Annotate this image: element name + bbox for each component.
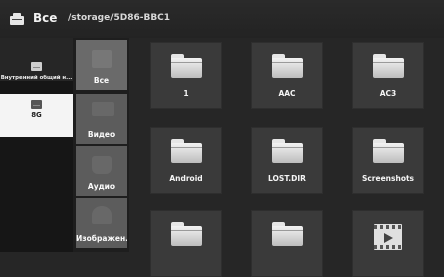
device-label: 8G — [31, 111, 42, 119]
device-internal-storage[interactable]: Внутренний общий н... — [0, 38, 73, 81]
folder-icon — [272, 222, 303, 246]
category-label: Видео — [87, 130, 116, 139]
audio-icon — [92, 156, 112, 174]
folder-tile[interactable] — [251, 210, 323, 277]
folder-tile[interactable]: LOST.DIR — [251, 127, 323, 194]
category-label: Изображен... — [76, 234, 127, 243]
folder-name: Android — [169, 174, 203, 183]
category-label: Все — [93, 76, 110, 85]
sd-card-icon — [31, 100, 42, 109]
folder-icon — [272, 54, 303, 78]
folder-name: Screenshots — [361, 174, 415, 183]
device-list: Внутренний общий н... 8G — [0, 38, 73, 252]
folder-icon — [373, 54, 404, 78]
folder-name: 1 — [183, 89, 189, 98]
folder-tile[interactable]: AC3 — [352, 42, 424, 109]
internal-storage-icon — [31, 62, 42, 71]
folder-name: LOST.DIR — [268, 174, 306, 183]
category-all[interactable]: Все — [76, 40, 127, 90]
image-icon — [92, 206, 112, 224]
video-icon — [92, 102, 114, 116]
current-path: /storage/5D86-BBC1 — [68, 13, 171, 23]
folder-tile[interactable] — [150, 210, 222, 277]
video-file-tile[interactable] — [352, 210, 424, 277]
folder-tile[interactable]: AAC — [251, 42, 323, 109]
category-images[interactable]: Изображен... — [76, 198, 127, 248]
storage-device-icon — [10, 13, 24, 25]
folder-icon — [272, 139, 303, 163]
folder-name: AAC — [278, 89, 296, 98]
folder-icon — [171, 139, 202, 163]
folder-icon — [171, 222, 202, 246]
title-bar: Все /storage/5D86-BBC1 — [0, 0, 444, 38]
page-title: Все — [33, 11, 58, 25]
folder-icon — [373, 139, 404, 163]
folder-tile[interactable]: 1 — [150, 42, 222, 109]
folder-name: AC3 — [379, 89, 397, 98]
category-video[interactable]: Видео — [76, 94, 127, 144]
all-files-icon — [92, 50, 112, 68]
folder-icon — [171, 54, 202, 78]
category-label: Аудио — [87, 182, 116, 191]
device-label: Внутренний общий н... — [0, 75, 73, 81]
folder-tile[interactable]: Android — [150, 127, 222, 194]
category-list: Все Видео Аудио Изображен... — [73, 38, 129, 252]
device-sd-card[interactable]: 8G — [0, 94, 73, 137]
folder-tile[interactable]: Screenshots — [352, 127, 424, 194]
category-audio[interactable]: Аудио — [76, 146, 127, 196]
video-file-icon — [374, 224, 402, 250]
